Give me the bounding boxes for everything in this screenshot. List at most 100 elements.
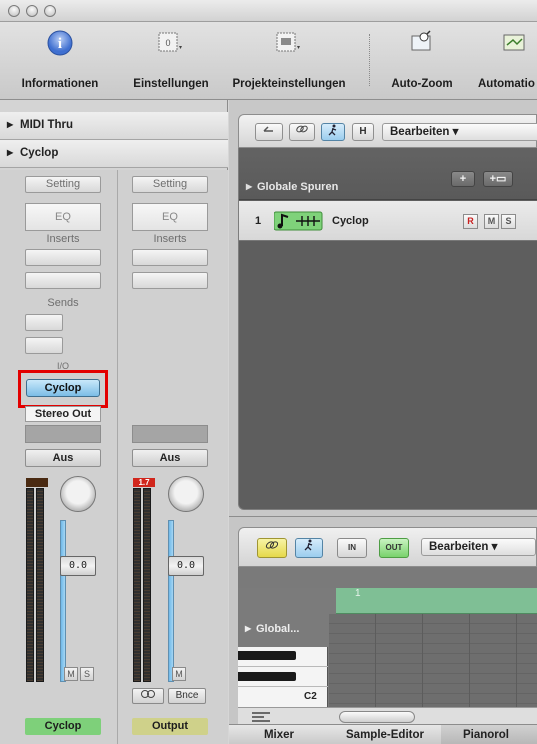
svg-text:0: 0 [165,38,170,48]
channel-name-output[interactable]: Output [132,718,208,735]
pan-knob-output[interactable] [168,476,204,512]
zoom-window-button[interactable] [44,5,56,17]
level-meter-left [26,488,34,682]
key-divider [238,686,328,687]
automation-toolbar-button[interactable]: Automatio [474,22,537,100]
stereo-link-button[interactable] [132,688,164,704]
ruler-bar-number: 1 [355,588,361,599]
tab-sample-editor[interactable]: Sample-Editor [329,725,441,744]
peak-indicator-output: 1.7 [133,478,155,487]
settings-toolbar-button[interactable]: 0 Einstellungen [121,22,221,100]
inserts-label-output: Inserts [153,233,187,245]
edit-menu[interactable]: Bearbeiten ▾ [382,123,537,141]
close-window-button[interactable] [8,5,20,17]
piano-roll-toolbar: IN OUT Bearbeiten ▾ [238,527,537,567]
solo-button[interactable]: S [80,667,94,681]
edit-menu-piano[interactable]: Bearbeiten ▾ [421,538,536,556]
svg-text:i: i [58,36,62,52]
link-icon [296,125,308,133]
eq-display[interactable]: EQ [25,203,101,231]
send-slot-1[interactable] [25,314,63,331]
info-toolbar-button[interactable]: i Informationen [0,22,120,100]
auto-zoom-toolbar-button[interactable]: Auto-Zoom [376,22,468,100]
bounce-button[interactable]: Bnce [168,688,206,704]
track-mute-button[interactable]: M [484,214,499,229]
group-slot-output[interactable] [132,425,208,443]
insert-slot-1[interactable] [25,249,101,266]
duplicate-track-button[interactable]: +▭ [483,171,513,187]
track-list: Globale Spuren + +▭ 1 Cyclop R M S [238,148,537,510]
strip-divider [117,170,118,744]
record-enable-button[interactable]: R [463,214,478,229]
cyclop-section[interactable]: Cyclop [0,140,228,168]
key-label-c2: C2 [304,691,317,702]
setting-button-output[interactable]: Setting [132,176,208,193]
inserts-label: Inserts [46,233,80,245]
zoom-scroll-row [238,707,537,725]
link-button[interactable] [289,123,315,141]
project-settings-icon [276,32,300,52]
minimize-window-button[interactable] [26,5,38,17]
automation-mode-button[interactable]: Aus [25,449,101,467]
catch-button-piano[interactable] [295,538,323,558]
tool-menu-icon[interactable] [250,711,272,723]
peak-indicator [26,478,48,487]
tab-pianoroll[interactable]: Pianorol [441,725,537,744]
insert-slot-2[interactable] [25,272,101,289]
project-settings-toolbar-button[interactable]: Projekteinstellungen [222,22,356,100]
mute-button-output[interactable]: M [172,667,186,681]
stereo-link-icon [141,690,155,698]
volume-fader-track[interactable] [60,520,66,682]
midi-thru-section[interactable]: MIDI Thru [0,112,228,140]
black-key [238,672,296,681]
note-grid[interactable] [329,614,537,707]
level-meter-right-output [143,488,151,682]
main-toolbar: i Informationen 0 Einstellungen Projekte… [0,22,537,100]
horizontal-zoom-slider[interactable] [339,711,415,723]
automation-mode-button-output[interactable]: Aus [132,449,208,467]
group-slot[interactable] [25,425,101,443]
highlight-box [18,370,108,408]
toolbar-separator [369,34,370,86]
send-slot-2[interactable] [25,337,63,354]
add-track-button[interactable]: + [451,171,475,187]
info-icon: i [47,30,73,56]
hide-button[interactable]: H [352,123,374,141]
volume-fader-cap-output[interactable]: 0.0 [168,556,204,576]
region-ruler[interactable]: 1 [336,588,537,614]
track-number: 1 [255,215,262,227]
level-meter-right [36,488,44,682]
insert-slot-2-output[interactable] [132,272,208,289]
channel-name-cyclop[interactable]: Cyclop [25,718,101,735]
running-man-icon [328,124,337,136]
piano-roll-body: 1 Global... C2 [238,567,537,725]
track-row[interactable]: 1 Cyclop R M S [239,201,537,241]
midi-out-button[interactable]: OUT [379,538,409,558]
midi-in-button[interactable]: IN [337,538,367,558]
arrange-toolbar: H Bearbeiten ▾ [238,114,537,148]
piano-keyboard[interactable]: C2 [238,647,328,707]
track-solo-button[interactable]: S [501,214,516,229]
back-button[interactable] [255,123,283,141]
tab-mixer[interactable]: Mixer [229,725,329,744]
arrange-area: H Bearbeiten ▾ Globale Spuren + +▭ 1 Cyc… [229,100,537,516]
global-tracks-toggle[interactable]: Global... [238,588,336,647]
setting-button[interactable]: Setting [25,176,101,193]
volume-fader-cap[interactable]: 0.0 [60,556,96,576]
track-name: Cyclop [332,215,369,227]
automation-icon [503,34,525,51]
running-man-icon [304,539,313,551]
sends-label: Sends [47,297,79,309]
eq-display-output[interactable]: EQ [132,203,208,231]
link-icon [265,541,279,549]
pan-knob[interactable] [60,476,96,512]
volume-fader-track-output[interactable] [168,520,174,682]
settings-icon: 0 [158,32,182,52]
link-button-piano[interactable] [257,538,287,558]
window-titlebar [0,0,537,22]
insert-slot-1-output[interactable] [132,249,208,266]
catch-button[interactable] [321,123,345,141]
output-button[interactable]: Stereo Out [25,406,101,422]
mute-button[interactable]: M [64,667,78,681]
level-meter-left-output [133,488,141,682]
